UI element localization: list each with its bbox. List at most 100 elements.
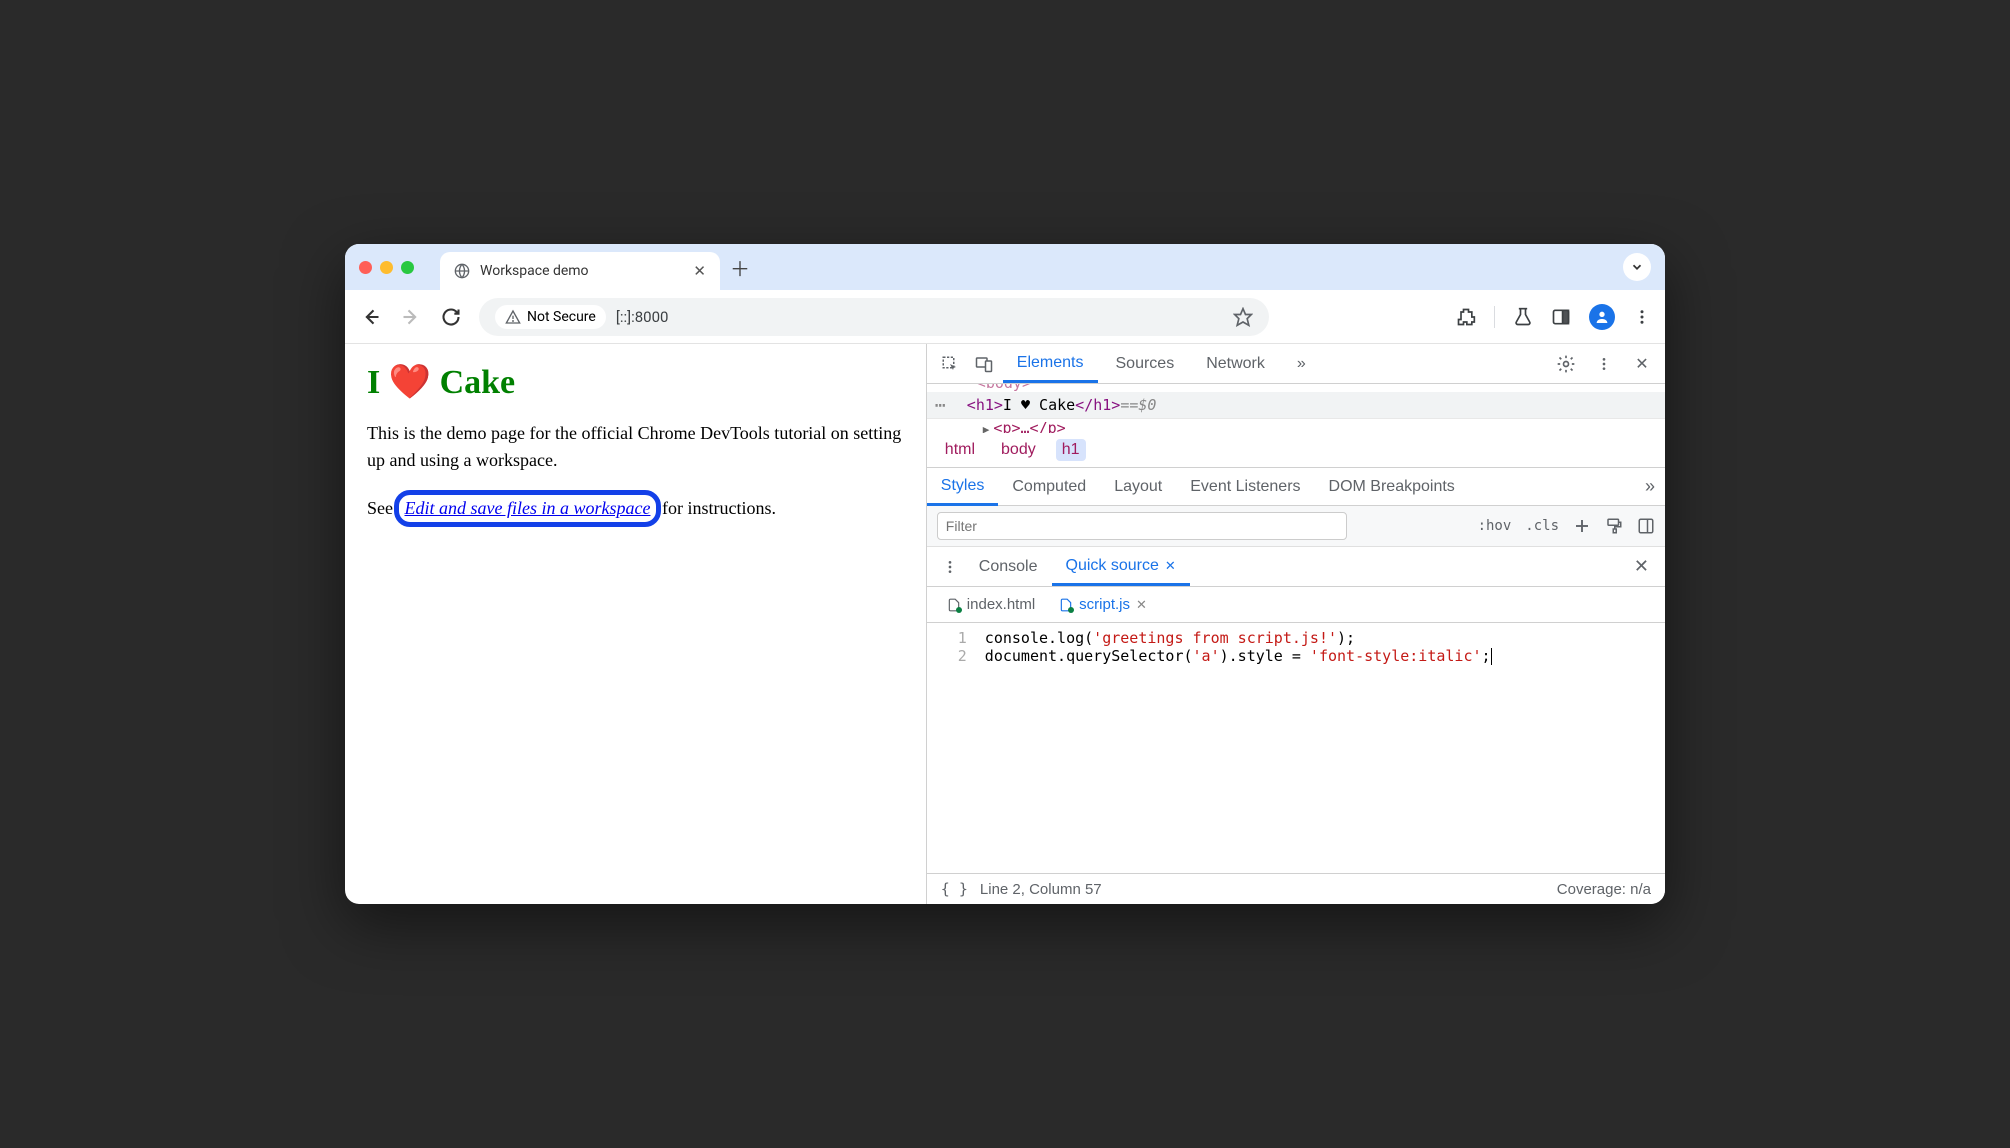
dom-text: I ♥ Cake	[1003, 396, 1075, 414]
styles-tabs: Styles Computed Layout Event Listeners D…	[927, 468, 1665, 506]
tab-quick-source-label: Quick source	[1066, 557, 1159, 575]
url-text: [::]:8000	[616, 308, 669, 326]
maximize-window-button[interactable]	[401, 261, 414, 274]
file-tabs: index.html script.js ✕	[927, 587, 1665, 623]
workspace-link[interactable]: Edit and save files in a workspace	[405, 498, 651, 518]
heart-icon: ❤️	[389, 364, 431, 401]
file-tab-script[interactable]: script.js ✕	[1047, 590, 1159, 619]
tab-console[interactable]: Console	[965, 550, 1052, 584]
browser-toolbar: Not Secure [::]:8000	[345, 290, 1665, 344]
toolbar-right-icons	[1456, 304, 1651, 330]
tab-event-listeners[interactable]: Event Listeners	[1176, 470, 1314, 504]
new-style-rule-icon[interactable]	[1573, 517, 1591, 535]
tab-dom-breakpoints[interactable]: DOM Breakpoints	[1315, 470, 1469, 504]
titlebar-right	[1623, 253, 1651, 281]
line-number: 1	[927, 629, 967, 647]
dom-selected-row[interactable]: ⋯ <h1>I ♥ Cake</h1> == $0	[927, 392, 1665, 419]
tab-close-icon[interactable]: ✕	[1165, 558, 1176, 574]
tab-sources[interactable]: Sources	[1102, 347, 1189, 381]
more-dots-icon[interactable]: ⋯	[935, 395, 947, 416]
address-bar[interactable]: Not Secure [::]:8000	[479, 298, 1269, 336]
device-toolbar-icon[interactable]	[969, 349, 999, 379]
tab-styles[interactable]: Styles	[927, 469, 999, 506]
profile-avatar[interactable]	[1589, 304, 1615, 330]
content-area: I ❤️ Cake This is the demo page for the …	[345, 344, 1665, 904]
breadcrumb-body[interactable]: body	[995, 439, 1042, 461]
reload-button[interactable]	[439, 305, 463, 329]
dom-close-tag: </h1>	[1075, 396, 1120, 414]
dom-row-above: <body>	[927, 384, 1665, 392]
h1-prefix: I	[367, 364, 389, 401]
drawer-tabs: Console Quick source ✕ ✕	[927, 547, 1665, 587]
tab-close-button[interactable]: ✕	[693, 262, 706, 280]
dom-eq: ==	[1120, 396, 1138, 414]
extensions-icon[interactable]	[1456, 307, 1476, 327]
gutter: 1 2	[927, 623, 977, 873]
side-panel-icon[interactable]	[1551, 307, 1571, 327]
drawer-close-icon[interactable]: ✕	[1626, 556, 1657, 577]
security-chip[interactable]: Not Secure	[495, 305, 606, 329]
text-cursor	[1491, 648, 1492, 665]
labs-icon[interactable]	[1513, 307, 1533, 327]
page-h1: I ❤️ Cake	[367, 362, 904, 402]
tab-elements[interactable]: Elements	[1003, 346, 1098, 383]
file-tab-script-label: script.js	[1079, 596, 1130, 613]
inspect-element-icon[interactable]	[935, 349, 965, 379]
security-label: Not Secure	[527, 309, 596, 325]
drawer-kebab-icon[interactable]	[935, 552, 965, 582]
traffic-lights	[359, 261, 414, 274]
dom-breadcrumb: html body h1	[927, 433, 1665, 468]
cursor-position: Line 2, Column 57	[980, 881, 1102, 898]
devtools-panel: Elements Sources Network » ✕ <body>	[926, 344, 1665, 904]
expand-triangle-icon[interactable]: ▶	[983, 423, 990, 433]
tabs-overflow-icon[interactable]: »	[1283, 347, 1320, 381]
paint-icon[interactable]	[1605, 517, 1623, 535]
h1-suffix: Cake	[431, 364, 515, 401]
warning-icon	[505, 309, 521, 325]
forward-button[interactable]	[399, 305, 423, 329]
tab-layout[interactable]: Layout	[1100, 470, 1176, 504]
browser-window: Workspace demo ✕ ＋ Not Secure	[345, 244, 1665, 904]
tab-title: Workspace demo	[480, 263, 683, 279]
cls-toggle[interactable]: .cls	[1525, 518, 1559, 534]
status-bar: { } Line 2, Column 57 Coverage: n/a	[927, 873, 1665, 904]
devtools-kebab-icon[interactable]	[1589, 349, 1619, 379]
tab-network[interactable]: Network	[1192, 347, 1279, 381]
titlebar: Workspace demo ✕ ＋	[345, 244, 1665, 290]
styles-overflow-icon[interactable]: »	[1635, 476, 1665, 497]
settings-gear-icon[interactable]	[1551, 349, 1581, 379]
tab-search-button[interactable]	[1623, 253, 1651, 281]
devtools-close-icon[interactable]: ✕	[1627, 349, 1657, 379]
bookmark-star-icon[interactable]	[1233, 307, 1253, 327]
computed-sidebar-icon[interactable]	[1637, 517, 1655, 535]
tab-computed[interactable]: Computed	[998, 470, 1100, 504]
close-window-button[interactable]	[359, 261, 372, 274]
dom-row-below: ▶<p>…</p>	[927, 419, 1665, 433]
p2-suffix: for instructions.	[657, 498, 776, 518]
file-icon	[1059, 598, 1073, 612]
hov-toggle[interactable]: :hov	[1478, 518, 1512, 534]
browser-tab[interactable]: Workspace demo ✕	[440, 252, 720, 290]
file-icon	[947, 598, 961, 612]
tab-quick-source[interactable]: Quick source ✕	[1052, 549, 1190, 586]
coverage-status: Coverage: n/a	[1557, 881, 1651, 898]
file-tab-index[interactable]: index.html	[935, 590, 1047, 619]
dom-dollar: $0	[1138, 396, 1156, 414]
code-line-2: document.querySelector('a').style = 'fon…	[985, 647, 1492, 665]
minimize-window-button[interactable]	[380, 261, 393, 274]
breadcrumb-h1[interactable]: h1	[1056, 439, 1086, 461]
format-braces-icon[interactable]: { }	[941, 880, 968, 898]
file-tab-index-label: index.html	[967, 596, 1035, 613]
breadcrumb-html[interactable]: html	[939, 439, 981, 461]
back-button[interactable]	[359, 305, 383, 329]
styles-filter-input[interactable]	[937, 512, 1347, 540]
code-editor[interactable]: 1 2 console.log('greetings from script.j…	[927, 623, 1665, 873]
p2-prefix: See	[367, 498, 398, 518]
devtools-tabs: Elements Sources Network » ✕	[927, 344, 1665, 384]
new-tab-button[interactable]: ＋	[730, 253, 750, 282]
code-line-1: console.log('greetings from script.js!')…	[985, 629, 1492, 647]
kebab-menu-icon[interactable]	[1633, 308, 1651, 326]
page-viewport: I ❤️ Cake This is the demo page for the …	[345, 344, 926, 904]
file-tab-close-icon[interactable]: ✕	[1136, 597, 1147, 613]
globe-icon	[454, 263, 470, 279]
